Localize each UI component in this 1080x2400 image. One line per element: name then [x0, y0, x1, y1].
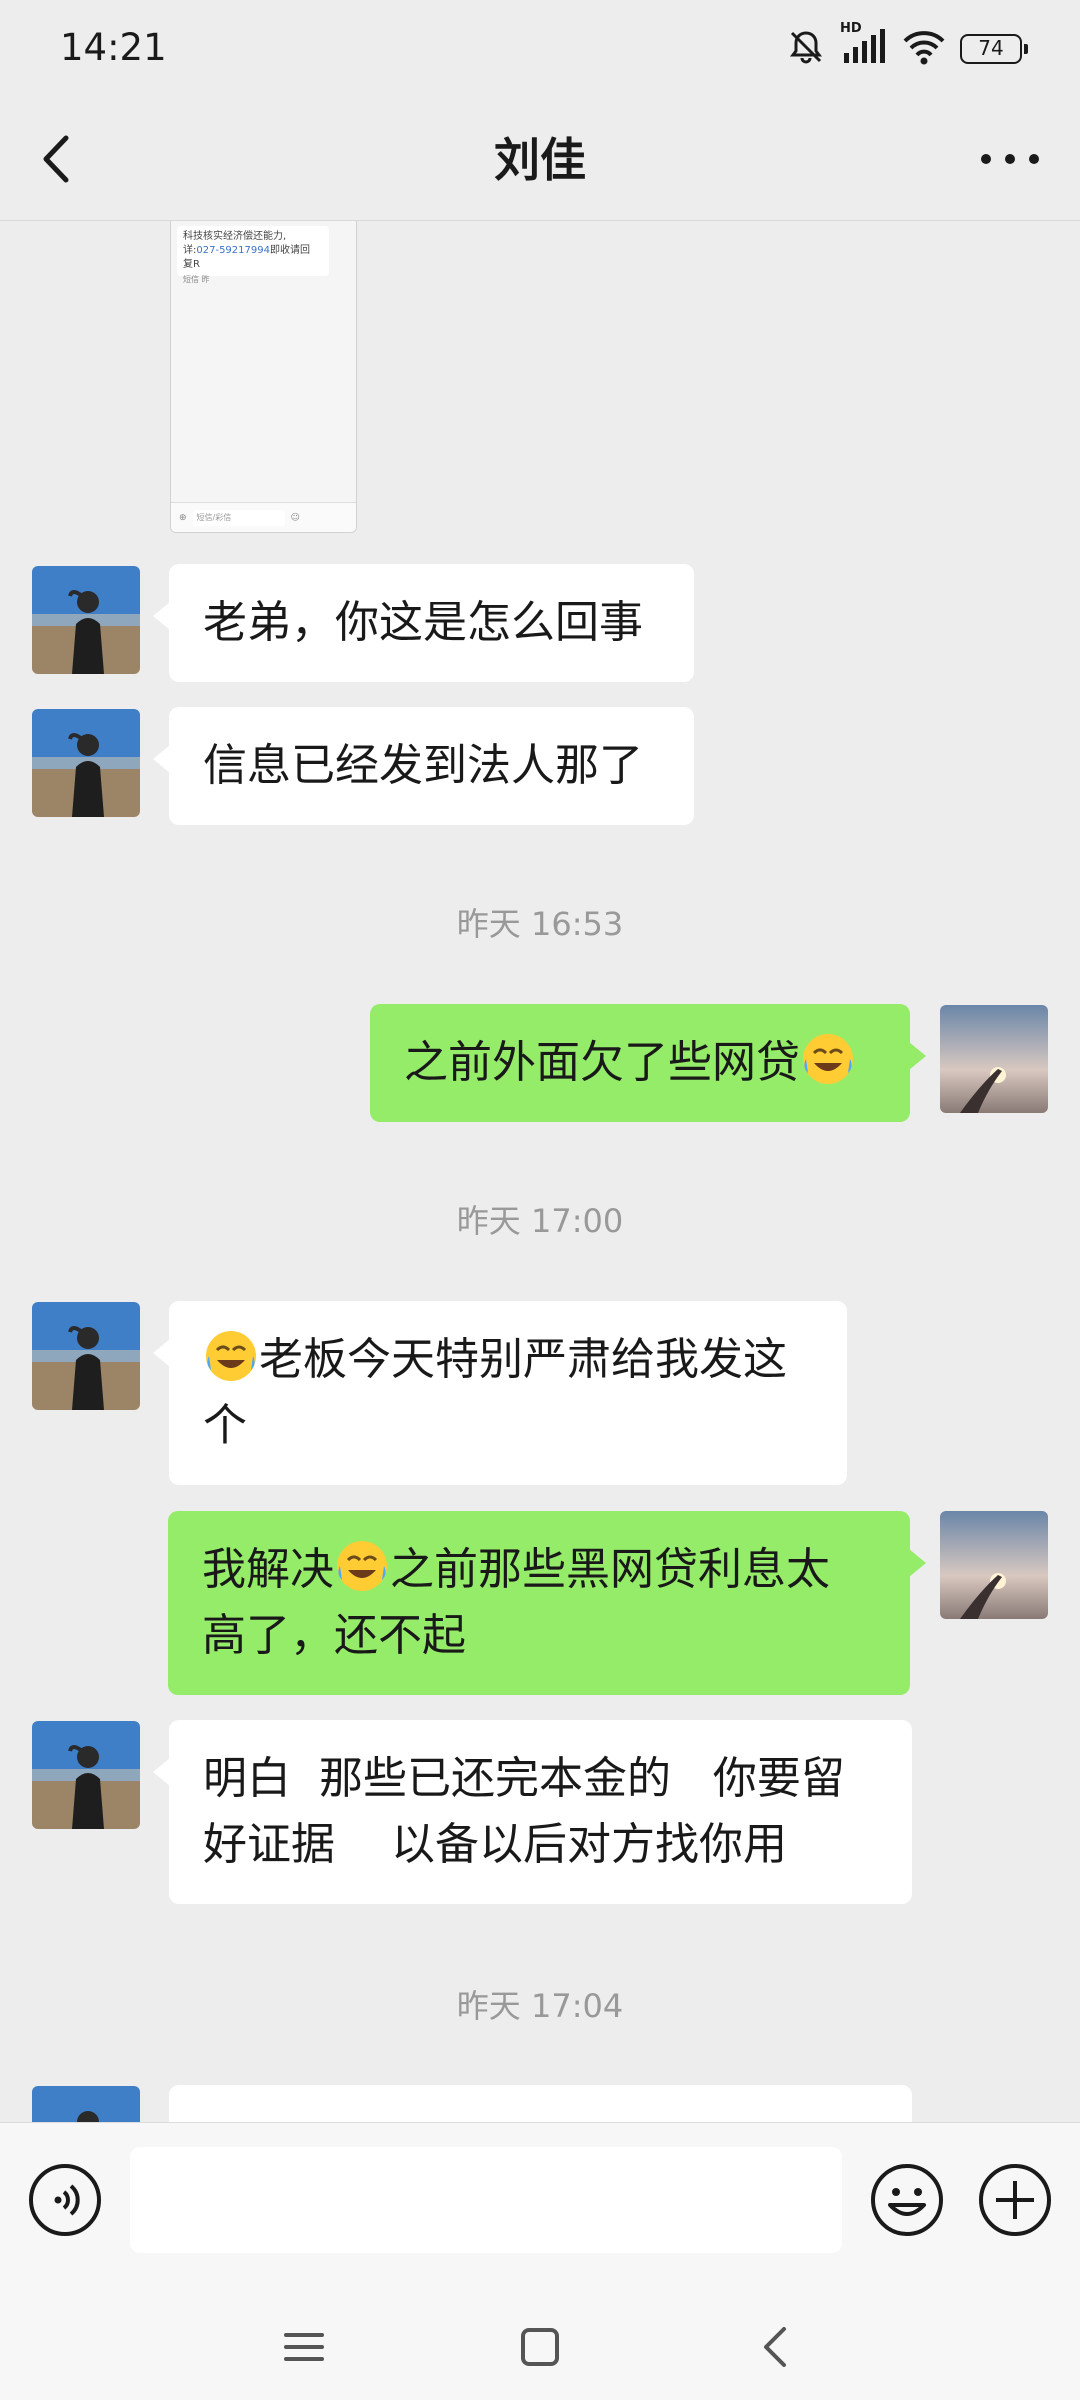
- message-text: 好证据 以备以后对方找你用: [203, 1819, 787, 1870]
- time-divider: 昨天 17:04: [456, 1987, 624, 2025]
- signal-icon: HD: [840, 21, 888, 71]
- status-time: 14:21: [60, 26, 167, 69]
- contact-avatar-image: [32, 709, 140, 817]
- status-icons: HD 74: [786, 21, 1028, 72]
- home-square-icon: [521, 2328, 559, 2366]
- contact-avatar-image: [32, 1302, 140, 1410]
- message-text: 老弟，你这是怎么回事: [203, 597, 643, 648]
- input-bar: [0, 2122, 1080, 2278]
- voice-button[interactable]: [28, 2163, 102, 2237]
- smiley-icon: [871, 2164, 943, 2236]
- screenshot-text: 详:: [183, 245, 197, 256]
- message-text: 信息已经发到法人那了: [203, 740, 643, 791]
- back-arrow-icon: [764, 2327, 786, 2367]
- contact-avatar[interactable]: [32, 709, 140, 817]
- voice-icon: [29, 2164, 101, 2236]
- recents-button[interactable]: [274, 2317, 334, 2377]
- screenshot-text: 复R: [183, 259, 200, 270]
- screenshot-time: 短信 昨: [183, 275, 210, 284]
- screenshot-input-field: 短信/彩信: [192, 509, 285, 526]
- more-dots-icon: [981, 154, 1039, 164]
- laughing-crying-emoji-icon: [334, 1538, 390, 1594]
- message-text: 个: [203, 1400, 247, 1451]
- message-list[interactable]: 科技核实经济偿还能力, 详:027-59217994即收请回 复R 短信 昨 ⊕…: [0, 221, 1080, 2122]
- menu-lines-icon: [284, 2333, 324, 2361]
- network-label: HD: [840, 21, 862, 36]
- wifi-icon: [902, 27, 946, 71]
- chat-title: 刘佳: [494, 133, 586, 187]
- my-avatar-image: [940, 1511, 1048, 1619]
- system-back-button[interactable]: [746, 2317, 806, 2377]
- contact-avatar-image: [32, 2086, 140, 2122]
- message-bubble[interactable]: 我解决 之前那些黑网贷利息太高了，还不起: [168, 1511, 926, 1695]
- screenshot-text: 科技核实经济偿还能力,: [183, 231, 287, 242]
- laughing-crying-emoji-icon: [203, 1328, 259, 1384]
- mute-bell-icon: [786, 27, 826, 71]
- screenshot-phone: 027-59217994: [196, 245, 270, 256]
- message-bubble[interactable]: 信息已经发到法人那了: [153, 707, 694, 825]
- contact-avatar-image: [32, 566, 140, 674]
- screenshot-emoji-icon: ☺: [290, 512, 300, 523]
- battery-icon: 74: [960, 34, 1028, 64]
- message-bubble[interactable]: 老弟，你这是怎么回事: [153, 564, 694, 682]
- contact-avatar-image: [32, 1721, 140, 1829]
- screenshot-text: 即收请回: [269, 245, 310, 256]
- message-bubble[interactable]: 老板今天特别严肃给我发这个: [153, 1301, 847, 1485]
- emoji-button[interactable]: [870, 2163, 944, 2237]
- contact-avatar[interactable]: [32, 566, 140, 674]
- message-text: 明白 那些已还完本金的 你要留: [203, 1753, 845, 1804]
- my-avatar-image: [940, 1005, 1048, 1113]
- more-button[interactable]: [970, 124, 1050, 194]
- my-avatar[interactable]: [940, 1005, 1048, 1113]
- screenshot-plus-icon: ⊕: [179, 512, 187, 523]
- message-text: 老板今天特别严肃给我发这: [259, 1334, 787, 1385]
- contact-avatar[interactable]: [32, 1721, 140, 1829]
- time-divider: 昨天 16:53: [456, 905, 624, 943]
- chat-header: 刘佳: [0, 96, 1080, 221]
- laughing-crying-emoji-icon: [800, 1031, 856, 1087]
- plus-icon: [979, 2164, 1051, 2236]
- message-bubble[interactable]: 之前外面欠了些网贷: [370, 1004, 926, 1122]
- screenshot-input-bar: ⊕ 短信/彩信 ☺: [171, 502, 356, 532]
- message-text: 之前外面欠了些网贷: [404, 1037, 800, 1088]
- shared-screenshot-image[interactable]: 科技核实经济偿还能力, 详:027-59217994即收请回 复R 短信 昨 ⊕…: [170, 221, 357, 533]
- screenshot-sms-bubble: 科技核实经济偿还能力, 详:027-59217994即收请回 复R: [177, 226, 329, 276]
- system-navigation-bar: [0, 2277, 1080, 2400]
- status-bar: 14:21 HD 74: [0, 0, 1080, 96]
- message-input[interactable]: [130, 2147, 842, 2253]
- my-avatar[interactable]: [940, 1511, 1048, 1619]
- more-functions-button[interactable]: [978, 2163, 1052, 2237]
- message-bubble-partial[interactable]: [169, 2085, 912, 2122]
- message-bubble[interactable]: 明白 那些已还完本金的 你要留 好证据 以备以后对方找你用: [153, 1720, 912, 1904]
- contact-avatar[interactable]: [32, 1302, 140, 1410]
- message-text: 我解决: [202, 1544, 334, 1595]
- time-divider: 昨天 17:00: [456, 1202, 624, 1240]
- home-button[interactable]: [510, 2317, 570, 2377]
- message-text: 高了，还不起: [202, 1610, 466, 1661]
- message-text: 之前那些黑网贷利息太: [390, 1544, 830, 1595]
- contact-avatar[interactable]: [32, 2086, 140, 2122]
